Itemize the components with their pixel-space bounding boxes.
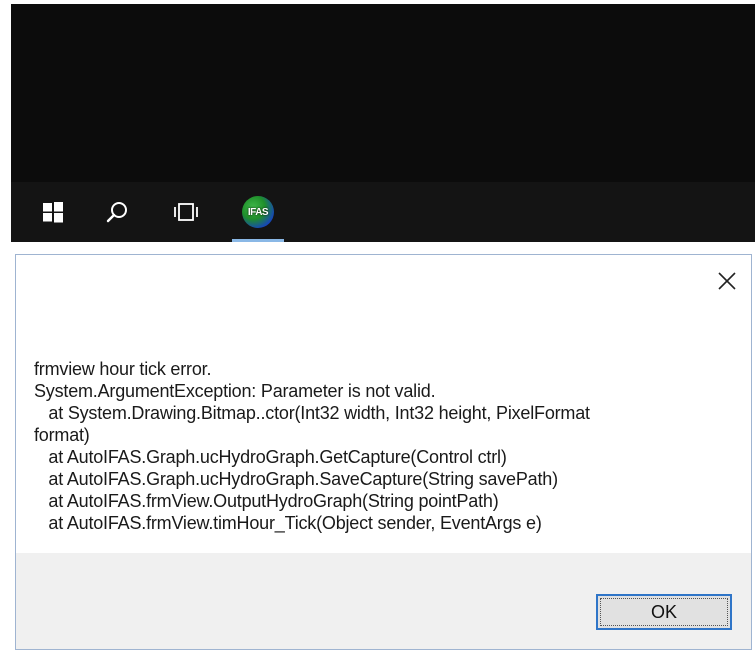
close-icon bbox=[718, 272, 736, 290]
message-line: at AutoIFAS.Graph.ucHydroGraph.GetCaptur… bbox=[34, 447, 507, 467]
message-line: at AutoIFAS.frmView.OutputHydroGraph(Str… bbox=[34, 491, 499, 511]
search-button[interactable] bbox=[85, 182, 149, 242]
dialog-footer: OK bbox=[16, 553, 751, 649]
taskbar: IFAS bbox=[11, 182, 755, 242]
message-line: at AutoIFAS.frmView.timHour_Tick(Object … bbox=[34, 513, 542, 533]
error-dialog: frmview hour tick error. System.Argument… bbox=[15, 254, 752, 650]
error-message: frmview hour tick error. System.Argument… bbox=[34, 358, 734, 534]
message-line: format) bbox=[34, 425, 90, 445]
task-view-button[interactable] bbox=[154, 182, 218, 242]
app-icon-text: IFAS bbox=[247, 206, 269, 218]
ok-button[interactable]: OK bbox=[596, 594, 732, 630]
task-view-icon bbox=[174, 203, 198, 221]
message-line: at AutoIFAS.Graph.ucHydroGraph.SaveCaptu… bbox=[34, 469, 558, 489]
message-line: frmview hour tick error. bbox=[34, 359, 212, 379]
start-button[interactable] bbox=[21, 182, 85, 242]
windows-start-icon bbox=[43, 202, 63, 223]
autoifas-app-icon: IFAS bbox=[242, 196, 274, 228]
active-app-indicator bbox=[232, 239, 284, 242]
desktop-background bbox=[11, 4, 755, 182]
close-button[interactable] bbox=[707, 261, 747, 301]
message-line: System.ArgumentException: Parameter is n… bbox=[34, 381, 436, 401]
taskbar-app-autoifas[interactable]: IFAS bbox=[226, 182, 290, 242]
screenshot-page: IFAS frmview hour tick error. System.Arg… bbox=[0, 0, 755, 654]
message-line: at System.Drawing.Bitmap..ctor(Int32 wid… bbox=[34, 403, 590, 423]
search-icon bbox=[106, 202, 127, 223]
